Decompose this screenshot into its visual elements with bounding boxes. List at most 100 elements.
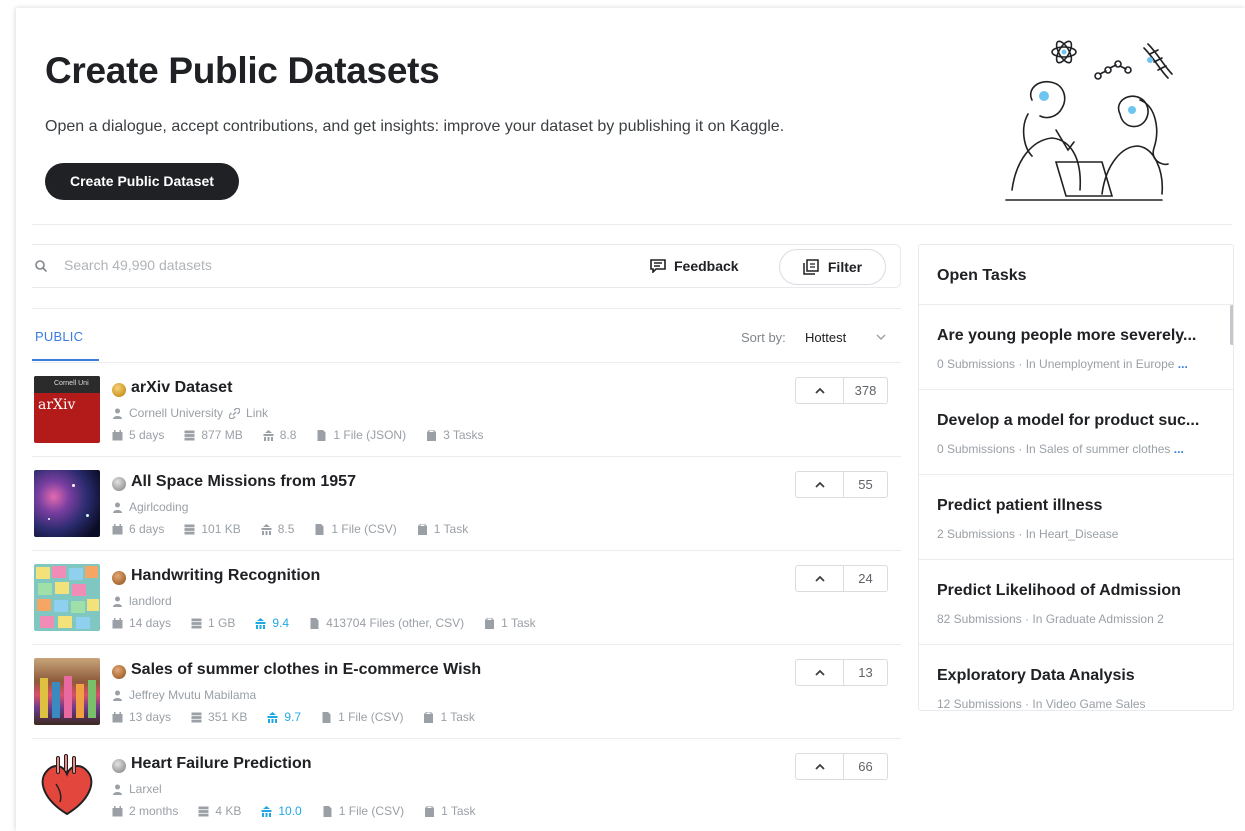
upvote-button[interactable]	[796, 378, 844, 403]
owner-name[interactable]: Larxel	[129, 782, 162, 796]
updated-text: 14 days	[129, 616, 172, 630]
owner-name[interactable]: Agirlcoding	[129, 500, 188, 514]
dataset-meta: 2 months 4 KB 10.0 1 File (CSV) 1 Task	[112, 804, 496, 818]
owner-name[interactable]: landlord	[129, 594, 172, 608]
meta-tasks: 1 Task	[424, 804, 476, 818]
meta-updated: 5 days	[112, 428, 164, 442]
task-title[interactable]: Develop a model for product suc...	[937, 412, 1215, 430]
bronze-medal-icon	[112, 665, 126, 679]
vote-count: 24	[858, 571, 873, 586]
owner-name[interactable]: Jeffrey Mvutu Mabilama	[129, 688, 256, 702]
files-text: 1 File (CSV)	[338, 710, 404, 724]
dataset-title[interactable]: Heart Failure Prediction	[131, 755, 312, 773]
task-item[interactable]: Are young people more severely... 0 Subm…	[919, 305, 1233, 390]
task-title[interactable]: Are young people more severely...	[937, 327, 1215, 345]
upvote-button[interactable]	[796, 660, 844, 685]
meta-size: 4 KB	[198, 804, 241, 818]
sort-dropdown[interactable]: Hottest	[805, 330, 846, 345]
task-item[interactable]: Develop a model for product suc... 0 Sub…	[919, 390, 1233, 475]
meta-tasks: 1 Task	[423, 710, 475, 724]
upvote-button[interactable]	[796, 566, 844, 591]
meta-usability: 8.5	[261, 522, 294, 536]
meta-tasks: 3 Tasks	[426, 428, 484, 442]
dataset-row[interactable]: Heart Failure Prediction Larxel 2 months…	[32, 738, 901, 831]
dataset-row[interactable]: Cornell Uni arXiv arXiv Dataset Cornell …	[32, 362, 901, 455]
size-text: 351 KB	[208, 710, 248, 724]
open-tasks-panel: Open Tasks Are young people more severel…	[918, 244, 1234, 711]
vote-widget: 66	[795, 753, 888, 780]
dataset-title[interactable]: arXiv Dataset	[131, 379, 232, 397]
meta-size: 877 MB	[184, 428, 243, 442]
dataset-row[interactable]: Handwriting Recognition landlord 14 days…	[32, 550, 901, 643]
vote-widget: 24	[795, 565, 888, 592]
vote-count: 66	[858, 759, 873, 774]
upvote-button[interactable]	[796, 472, 844, 497]
bronze-medal-icon	[112, 571, 126, 585]
task-title[interactable]: Predict Likelihood of Admission	[937, 582, 1215, 600]
meta-updated: 14 days	[112, 616, 171, 630]
search-input[interactable]	[64, 257, 464, 273]
filter-button[interactable]: Filter	[779, 249, 886, 285]
chevron-up-icon	[814, 575, 825, 582]
task-item[interactable]: Exploratory Data Analysis 12 Submissions…	[919, 645, 1233, 710]
updated-text: 2 months	[129, 804, 179, 818]
vote-widget: 13	[795, 659, 888, 686]
dataset-row[interactable]: Sales of summer clothes in E-commerce Wi…	[32, 644, 901, 737]
updated-text: 13 days	[129, 710, 172, 724]
meta-files: 1 File (CSV)	[314, 522, 397, 536]
tab-public[interactable]: PUBLIC	[35, 329, 83, 344]
tab-underline	[32, 359, 99, 361]
files-text: 1 File (CSV)	[338, 804, 405, 818]
dataset-title[interactable]: Sales of summer clothes in E-commerce Wi…	[131, 661, 481, 679]
task-meta-text: 0 Submissions · In Unemployment in Europ…	[937, 357, 1175, 371]
chevron-down-icon[interactable]	[875, 331, 887, 343]
feedback-label: Feedback	[674, 258, 739, 274]
feedback-button[interactable]: Feedback	[650, 258, 739, 274]
meta-usability: 9.7	[267, 710, 301, 724]
owner-link[interactable]: Link	[246, 406, 268, 420]
tasks-text: 1 Task	[501, 616, 536, 630]
task-title[interactable]: Exploratory Data Analysis	[937, 667, 1215, 685]
meta-files: 413704 Files (other, CSV)	[309, 616, 464, 630]
vote-widget: 55	[795, 471, 888, 498]
meta-size: 351 KB	[191, 710, 247, 724]
owner-name[interactable]: Cornell University	[129, 406, 223, 420]
feedback-icon	[650, 259, 666, 273]
database-icon	[184, 524, 195, 534]
meta-usability: 10.0	[261, 804, 302, 818]
meta-tasks: 1 Task	[484, 616, 536, 630]
files-text: 413704 Files (other, CSV)	[326, 616, 465, 630]
task-item[interactable]: Predict patient illness 2 Submissions · …	[919, 475, 1233, 560]
task-meta-text: 0 Submissions · In Sales of summer cloth…	[937, 442, 1171, 456]
usability-text: 9.4	[272, 616, 290, 630]
researchers-illustration	[1005, 40, 1173, 201]
task-meta-text: 2 Submissions · In Heart_Disease	[937, 527, 1119, 541]
usability-icon	[263, 429, 274, 441]
usability-text: 10.0	[278, 804, 302, 818]
database-icon	[184, 430, 195, 440]
dataset-thumbnail	[34, 470, 100, 537]
dataset-row[interactable]: All Space Missions from 1957 Agirlcoding…	[32, 456, 901, 549]
task-item[interactable]: Predict Likelihood of Admission 82 Submi…	[919, 560, 1233, 645]
scrollbar-thumb[interactable]	[1230, 305, 1233, 345]
upvote-button[interactable]	[796, 754, 844, 779]
create-public-dataset-button[interactable]: Create Public Dataset	[45, 163, 239, 200]
meta-files: 1 File (CSV)	[322, 804, 404, 818]
task-meta: 0 Submissions · In Sales of summer cloth…	[937, 442, 1215, 456]
calendar-icon	[112, 523, 123, 534]
search-icon	[35, 260, 47, 272]
user-icon	[113, 408, 122, 419]
dataset-title[interactable]: Handwriting Recognition	[131, 567, 320, 585]
dataset-owner: Cornell University Link	[112, 406, 268, 420]
file-icon	[323, 805, 332, 817]
hero-banner: Create Public Datasets Open a dialogue, …	[32, 20, 1232, 225]
clipboard-icon	[424, 711, 434, 723]
files-text: 1 File (JSON)	[333, 428, 407, 442]
dataset-title[interactable]: All Space Missions from 1957	[131, 473, 356, 491]
dataset-owner: Agirlcoding	[112, 500, 188, 514]
clipboard-icon	[485, 617, 495, 629]
calendar-icon	[112, 711, 123, 722]
task-title[interactable]: Predict patient illness	[937, 497, 1215, 515]
silver-medal-icon	[112, 759, 126, 773]
chevron-up-icon	[814, 481, 825, 488]
